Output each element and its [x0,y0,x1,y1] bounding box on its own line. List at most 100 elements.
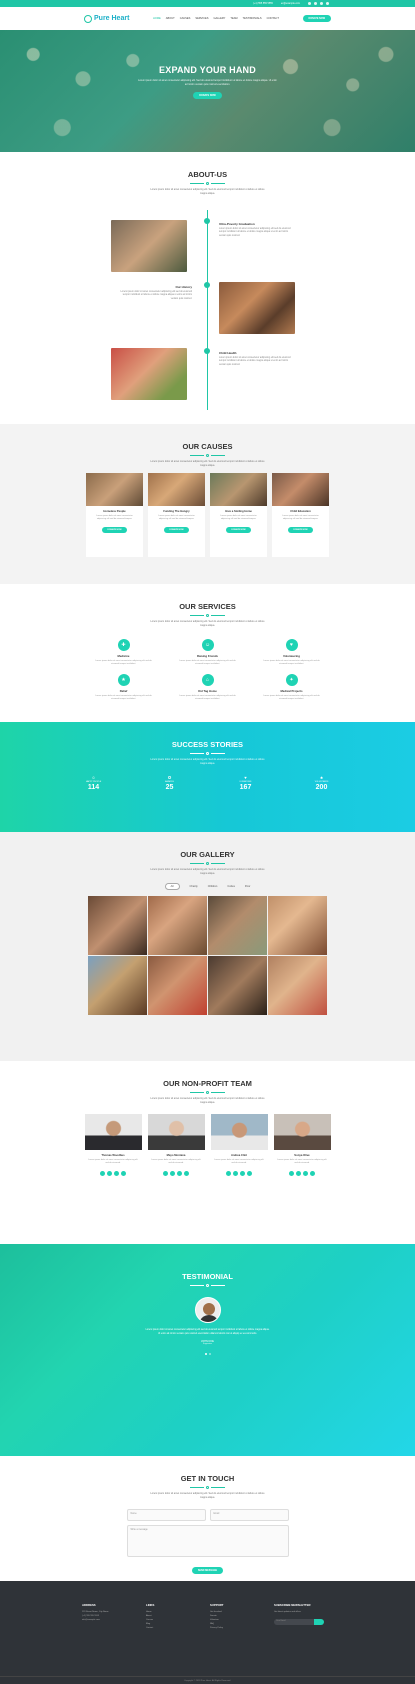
nav-testimonials[interactable]: TESTIMONIALS [243,17,262,20]
counter-label: DONATIONS [239,781,252,784]
testimonial-role: Supporter [202,1343,213,1346]
avatar [194,1297,221,1323]
google-icon[interactable] [320,2,323,5]
nav-donate-button[interactable]: DONATE NOW [302,15,331,22]
title-divider [0,1486,415,1489]
newsletter-email-input[interactable]: Your Email [274,1618,314,1625]
counter-item: ☺ HAPPY PEOPLE 114 [79,775,109,791]
facebook-icon[interactable] [100,1170,105,1176]
cause-donate-button[interactable]: DONATE NOW [164,526,189,533]
facebook-icon[interactable] [289,1170,294,1176]
medical-icon: ✦ [285,674,298,686]
twitter-icon[interactable] [170,1170,175,1176]
hero-donate-button[interactable]: DONATE NOW [193,92,222,100]
email-field[interactable]: Email [209,1509,289,1522]
nav-services[interactable]: SERVICES [195,17,208,20]
footer-heading: LINKS [146,1603,155,1607]
gallery-title: OUR GALLERY [180,850,235,859]
footer-heading: ADDRESS [82,1603,96,1607]
filter-poor[interactable]: Poor [245,885,250,888]
member-name: Thomas Woodbus [101,1154,125,1158]
cause-text: Lorem ipsum dolor sit amet consectetur a… [96,515,133,521]
gallery-image[interactable] [268,896,327,956]
cause-donate-button[interactable]: DONATE NOW [288,526,313,533]
counter-label: HAPPY PEOPLE [85,781,102,784]
linkedin-icon[interactable] [247,1170,252,1176]
linkedin-icon[interactable] [326,2,329,5]
contact-section: GET IN TOUCH Lorem ipsum dolor sit amet … [0,1456,415,1581]
about-item-3: Child Health Lorem ipsum dolor sit amet … [219,351,295,367]
relief-icon: ★ [117,674,130,686]
gallery-grid [0,896,415,1016]
service-title: Kid Tag Home [198,689,217,693]
google-icon[interactable] [303,1170,308,1176]
cause-image [148,473,205,507]
testimonial-section: TESTIMONIAL Lorem ipsum dolor sit amet c… [0,1244,415,1456]
twitter-icon[interactable] [296,1170,301,1176]
gallery-image[interactable] [208,956,267,1016]
gallery-image[interactable] [208,896,267,956]
twitter-icon[interactable] [233,1170,238,1176]
filter-charity[interactable]: Charity [190,885,198,888]
counter-value: 167 [239,784,252,792]
gallery-image[interactable] [88,956,147,1016]
email-text: ex@example.com [280,2,300,5]
linkedin-icon[interactable] [121,1170,126,1176]
nav-causes[interactable]: CAUSES [180,17,191,20]
service-text: Lorem ipsum dolor sit amet consectetur a… [179,659,236,665]
twitter-icon[interactable] [314,2,317,5]
cause-text: Lorem ipsum dolor sit amet consectetur a… [282,515,319,521]
nav-gallery[interactable]: GALLERY [213,17,225,20]
cause-donate-button[interactable]: DONATE NOW [102,526,127,533]
title-divider [0,454,415,457]
footer-text: Get latest updates and offers. [274,1611,302,1613]
cause-donate-button[interactable]: DONATE NOW [226,526,251,533]
facebook-icon[interactable] [163,1170,168,1176]
member-photo [147,1114,205,1151]
title-divider [0,1091,415,1094]
nav-contact[interactable]: CONTACT [267,17,279,20]
google-icon[interactable] [177,1170,182,1176]
nav-about[interactable]: ABOUT [166,17,175,20]
gallery-image[interactable] [148,956,207,1016]
about-title: ABOUT-US [187,170,228,179]
gallery-image[interactable] [148,896,207,956]
subscribe-button[interactable] [314,1618,324,1625]
facebook-icon[interactable] [308,2,311,5]
facebook-icon[interactable] [226,1170,231,1176]
footer-link[interactable]: Privacy Policy [210,1627,274,1631]
gallery-image[interactable] [268,956,327,1016]
gallery-image[interactable] [88,896,147,956]
name-field[interactable]: Name [126,1509,206,1522]
footer-links: LINKS Home About Causes Blog Contact [146,1603,210,1631]
about-item-title: Our History [175,285,192,289]
service-item: ✚ Medicine Lorem ipsum dolor sit amet cons… [84,639,164,666]
gallery-filters: All Charity Children Cubes Poor [0,883,415,891]
slider-dot[interactable] [208,1353,211,1356]
footer-address: ADDRESS 123 Street Name, City Name (+1) … [82,1603,146,1631]
contact-title: GET IN TOUCH [180,1474,235,1483]
top-bar: (+1) 555 555 5555 ex@example.com [0,0,415,7]
slider-dot[interactable] [204,1353,207,1356]
footer-link[interactable]: Contact [146,1627,210,1631]
footer-text: info@example.com [82,1618,100,1621]
linkedin-icon[interactable] [310,1170,315,1176]
google-icon[interactable] [240,1170,245,1176]
nav-team[interactable]: TEAM [230,17,237,20]
filter-children[interactable]: Children [208,885,218,888]
cause-text: Lorem ipsum dolor sit amet consectetur a… [158,515,195,521]
google-icon[interactable] [114,1170,119,1176]
cause-card: Funding The Hungry Lorem ipsum dolor sit… [148,473,205,558]
linkedin-icon[interactable] [184,1170,189,1176]
filter-all[interactable]: All [164,883,180,891]
message-field[interactable]: Write a message [126,1525,289,1558]
about-photo-3 [111,348,187,400]
twitter-icon[interactable] [107,1170,112,1176]
cause-card: Homeless People Lorem ipsum dolor sit am… [86,473,143,558]
member-text: Lorem ipsum dolor sit amet consectetur a… [151,1159,201,1165]
nav-home[interactable]: HOME [153,17,161,20]
send-message-button[interactable]: SEND MESSAGE [191,1567,224,1575]
service-item: ★ Relief Lorem ipsum dolor sit amet consec… [84,674,164,701]
logo[interactable]: Pure Heart [84,14,129,23]
filter-cubes[interactable]: Cubes [227,885,235,888]
